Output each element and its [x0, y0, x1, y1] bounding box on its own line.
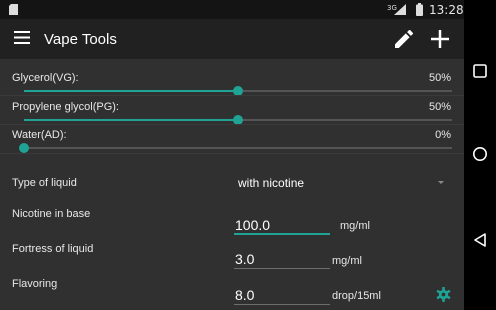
signal-icon	[394, 4, 406, 15]
slider-track[interactable]	[19, 143, 452, 153]
fortress-unit: mg/ml	[332, 255, 362, 267]
fortress-label: Fortress of liquid	[12, 243, 94, 255]
app-title: Vape Tools	[44, 31, 117, 48]
liquid-type-select[interactable]: with nicotine	[238, 176, 304, 190]
slider-water[interactable]: Water(AD): 0%	[0, 118, 464, 153]
input-underline	[234, 233, 330, 235]
gear-icon[interactable]	[436, 287, 451, 302]
input-underline	[234, 268, 330, 269]
slider-thumb[interactable]	[19, 143, 29, 153]
recents-icon[interactable]	[472, 63, 488, 79]
slider-propylene-glycol[interactable]: Propylene glycol(PG): 50%	[0, 90, 464, 125]
slider-percent: 50%	[428, 101, 451, 113]
flavoring-input[interactable]: 8.0	[234, 285, 330, 305]
calculator-content: Glycerol(VG): 50% Propylene glycol(PG): …	[0, 59, 464, 310]
edit-icon[interactable]	[395, 30, 413, 48]
flavoring-label: Flavoring	[12, 278, 58, 290]
status-bar: 3G 13:28	[0, 0, 464, 19]
liquid-type-label: Type of liquid	[12, 177, 77, 189]
flavoring-unit: drop/15ml	[332, 290, 381, 302]
nicotine-unit: mg/ml	[340, 220, 370, 232]
add-icon[interactable]	[430, 29, 450, 49]
slider-label: Propylene glycol(PG):	[12, 101, 119, 113]
fortress-value: 3.0	[235, 251, 255, 267]
home-icon[interactable]	[472, 146, 488, 162]
slider-label: Water(AD):	[12, 129, 67, 141]
flavoring-value: 8.0	[235, 287, 255, 303]
input-underline	[234, 304, 330, 305]
menu-icon[interactable]	[14, 31, 30, 44]
app-bar: Vape Tools	[0, 19, 464, 59]
battery-icon	[416, 3, 423, 16]
slider-glycerol[interactable]: Glycerol(VG): 50%	[0, 61, 464, 96]
clock: 13:28	[429, 3, 464, 17]
fortress-input[interactable]: 3.0	[234, 249, 330, 269]
nicotine-input[interactable]: 100.0	[234, 215, 330, 235]
back-icon[interactable]	[472, 232, 488, 248]
divider	[0, 153, 464, 154]
slider-label: Glycerol(VG):	[12, 72, 79, 84]
nicotine-value: 100.0	[235, 217, 271, 233]
sd-card-icon	[9, 4, 18, 15]
chevron-down-icon[interactable]	[438, 181, 444, 184]
slider-percent: 0%	[435, 129, 451, 141]
navigation-bar	[464, 0, 496, 310]
nicotine-label: Nicotine in base	[12, 208, 91, 220]
slider-percent: 50%	[428, 72, 451, 84]
